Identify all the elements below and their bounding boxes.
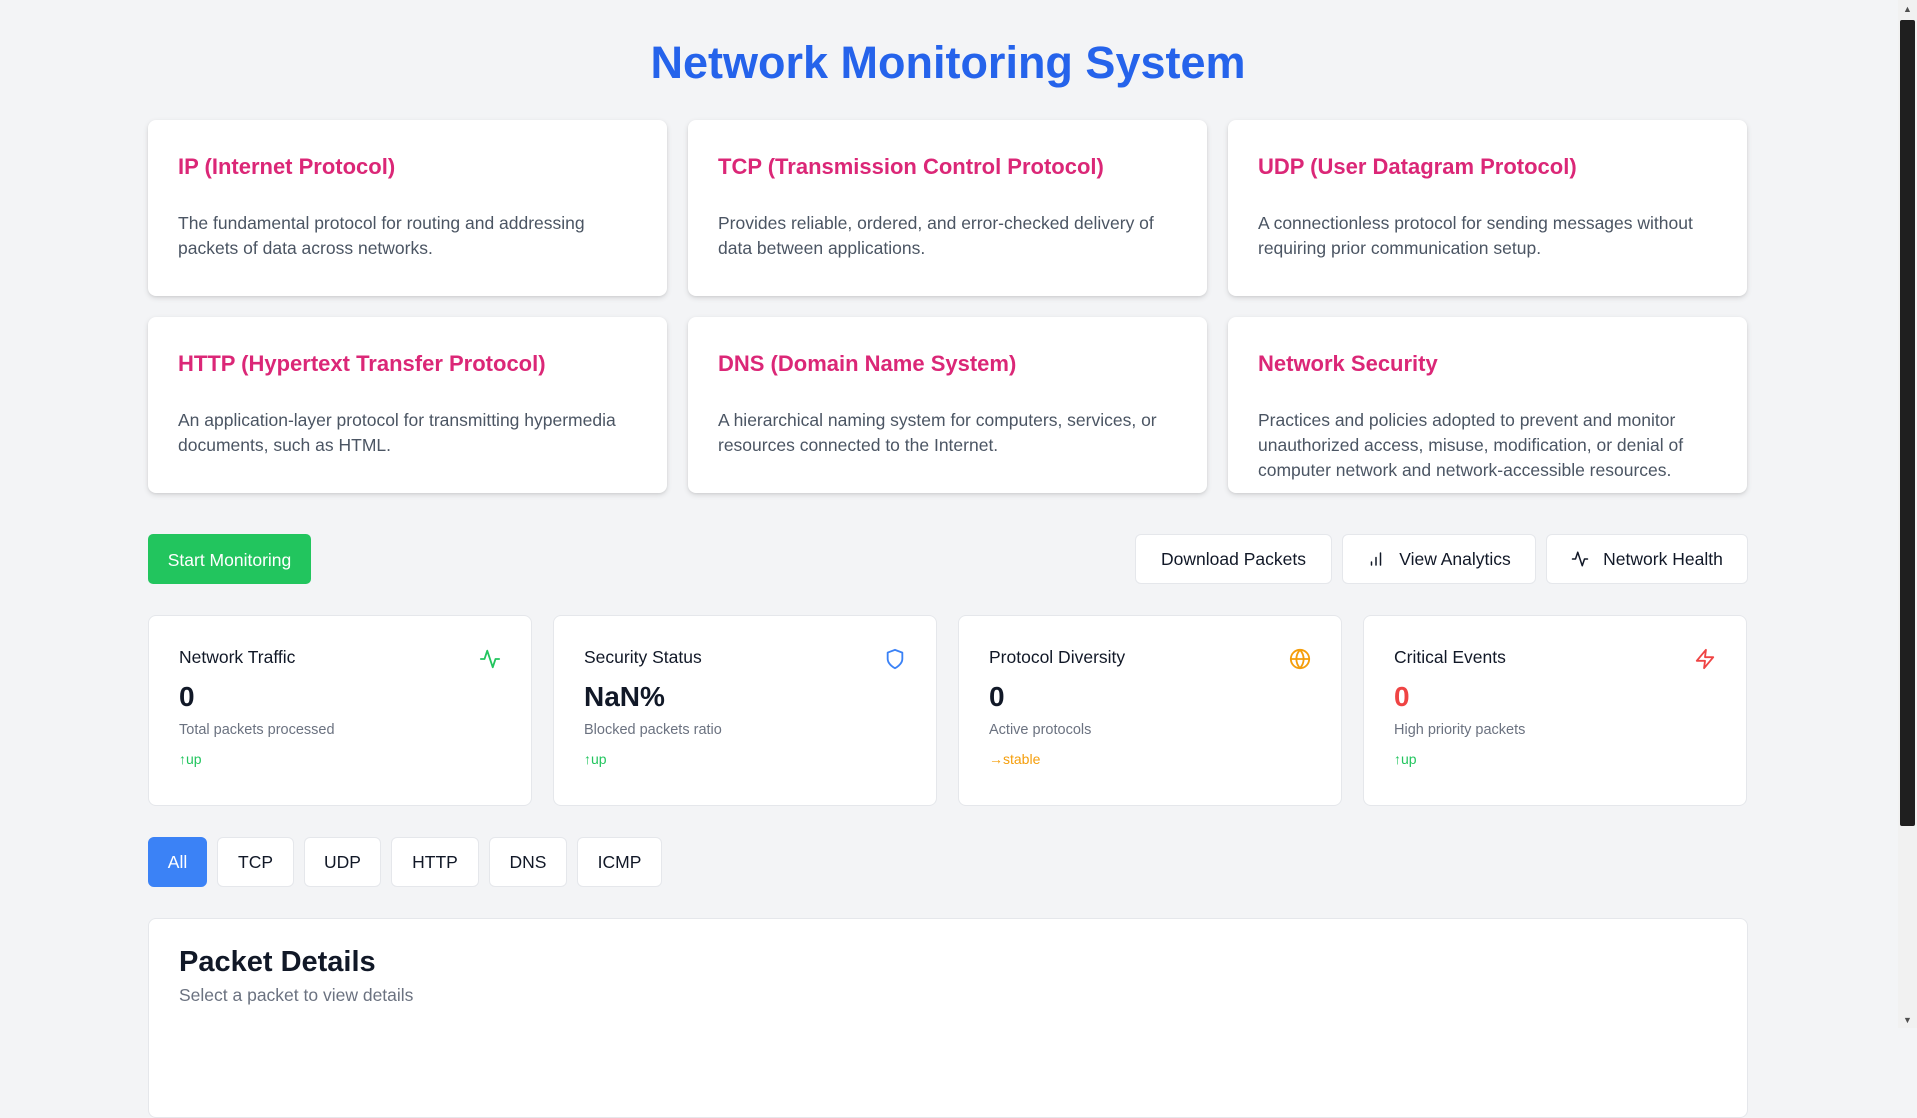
stat-value: 0 <box>1394 681 1410 712</box>
protocol-description: Practices and policies adopted to preven… <box>1258 410 1684 480</box>
stat-card-security-status: Security Status NaN% Blocked packets rat… <box>553 615 937 806</box>
stat-description: Blocked packets ratio <box>584 722 722 738</box>
protocol-description: Provides reliable, ordered, and error-ch… <box>718 213 1154 258</box>
view-analytics-label: View Analytics <box>1399 548 1511 569</box>
stat-trend: ↑up <box>1394 751 1417 767</box>
protocol-card-ip: IP (Internet Protocol) The fundamental p… <box>148 120 667 296</box>
network-health-label: Network Health <box>1603 548 1723 569</box>
zap-icon <box>1695 648 1715 670</box>
stat-label: Network Traffic <box>179 647 296 667</box>
scroll-up-arrow-icon[interactable]: ▲ <box>1898 0 1917 17</box>
protocol-filter-bar: All TCP UDP HTTP DNS ICMP <box>148 837 1748 887</box>
stat-card-critical-events: Critical Events 0 High priority packets … <box>1363 615 1747 806</box>
filter-tcp[interactable]: TCP <box>217 837 294 887</box>
action-bar: Start Monitoring Download Packets View A… <box>148 534 1748 584</box>
stat-label: Security Status <box>584 647 702 667</box>
protocol-card-http: HTTP (Hypertext Transfer Protocol) An ap… <box>148 317 667 493</box>
filter-udp[interactable]: UDP <box>304 837 381 887</box>
download-packets-button[interactable]: Download Packets <box>1135 534 1332 584</box>
stat-description: High priority packets <box>1394 722 1526 738</box>
protocol-card-dns: DNS (Domain Name System) A hierarchical … <box>688 317 1207 493</box>
protocol-title: Network Security <box>1258 351 1438 376</box>
protocol-title: TCP (Transmission Control Protocol) <box>718 154 1104 179</box>
protocol-title: DNS (Domain Name System) <box>718 351 1017 376</box>
filter-dns[interactable]: DNS <box>489 837 567 887</box>
protocol-grid: IP (Internet Protocol) The fundamental p… <box>148 120 1748 493</box>
stat-value: 0 <box>989 681 1005 712</box>
stat-label: Critical Events <box>1394 647 1506 667</box>
stat-card-protocol-diversity: Protocol Diversity 0 Active protocols →s… <box>958 615 1342 806</box>
download-packets-label: Download Packets <box>1161 548 1306 569</box>
stats-grid: Network Traffic 0 Total packets processe… <box>148 615 1748 806</box>
protocol-title: UDP (User Datagram Protocol) <box>1258 154 1577 179</box>
protocol-title: HTTP (Hypertext Transfer Protocol) <box>178 351 546 376</box>
shield-icon <box>886 648 904 670</box>
protocol-description: A connectionless protocol for sending me… <box>1258 213 1693 258</box>
activity-icon <box>1571 551 1589 567</box>
page: Network Monitoring System IP (Internet P… <box>148 0 1748 1118</box>
secondary-actions: Download Packets View Analytics Network … <box>1135 534 1748 584</box>
protocol-card-udp: UDP (User Datagram Protocol) A connectio… <box>1228 120 1747 296</box>
stat-value: 0 <box>179 681 195 712</box>
view-analytics-button[interactable]: View Analytics <box>1342 534 1536 584</box>
stat-description: Active protocols <box>989 722 1092 738</box>
scrollbar-thumb[interactable] <box>1900 20 1915 826</box>
filter-icmp[interactable]: ICMP <box>577 837 662 887</box>
packet-details-panel: Packet Details Select a packet to view d… <box>148 918 1748 1118</box>
protocol-description: A hierarchical naming system for compute… <box>718 410 1157 455</box>
start-monitoring-button[interactable]: Start Monitoring <box>148 534 311 584</box>
stat-trend: ↑up <box>179 751 202 767</box>
protocol-title: IP (Internet Protocol) <box>178 154 396 179</box>
globe-icon <box>1289 648 1311 670</box>
page-title: Network Monitoring System <box>650 37 1246 88</box>
protocol-description: The fundamental protocol for routing and… <box>178 213 585 258</box>
stat-description: Total packets processed <box>179 722 335 738</box>
packet-details-title: Packet Details <box>179 946 376 978</box>
stat-trend: ↑up <box>584 751 607 767</box>
protocol-card-tcp: TCP (Transmission Control Protocol) Prov… <box>688 120 1207 296</box>
bar-chart-icon <box>1370 552 1382 566</box>
activity-icon <box>479 649 501 669</box>
filter-all[interactable]: All <box>148 837 207 887</box>
protocol-description: An application-layer protocol for transm… <box>178 410 616 455</box>
stat-value: NaN% <box>584 681 665 712</box>
network-health-button[interactable]: Network Health <box>1546 534 1748 584</box>
protocol-card-security: Network Security Practices and policies … <box>1228 317 1747 493</box>
stat-trend: →stable <box>989 751 1041 767</box>
vertical-scrollbar[interactable]: ▲ ▼ <box>1898 0 1917 1028</box>
stat-label: Protocol Diversity <box>989 647 1126 667</box>
filter-http[interactable]: HTTP <box>391 837 479 887</box>
scroll-down-arrow-icon[interactable]: ▼ <box>1898 1011 1917 1028</box>
packet-details-subtitle: Select a packet to view details <box>179 985 414 1005</box>
stat-card-network-traffic: Network Traffic 0 Total packets processe… <box>148 615 532 806</box>
